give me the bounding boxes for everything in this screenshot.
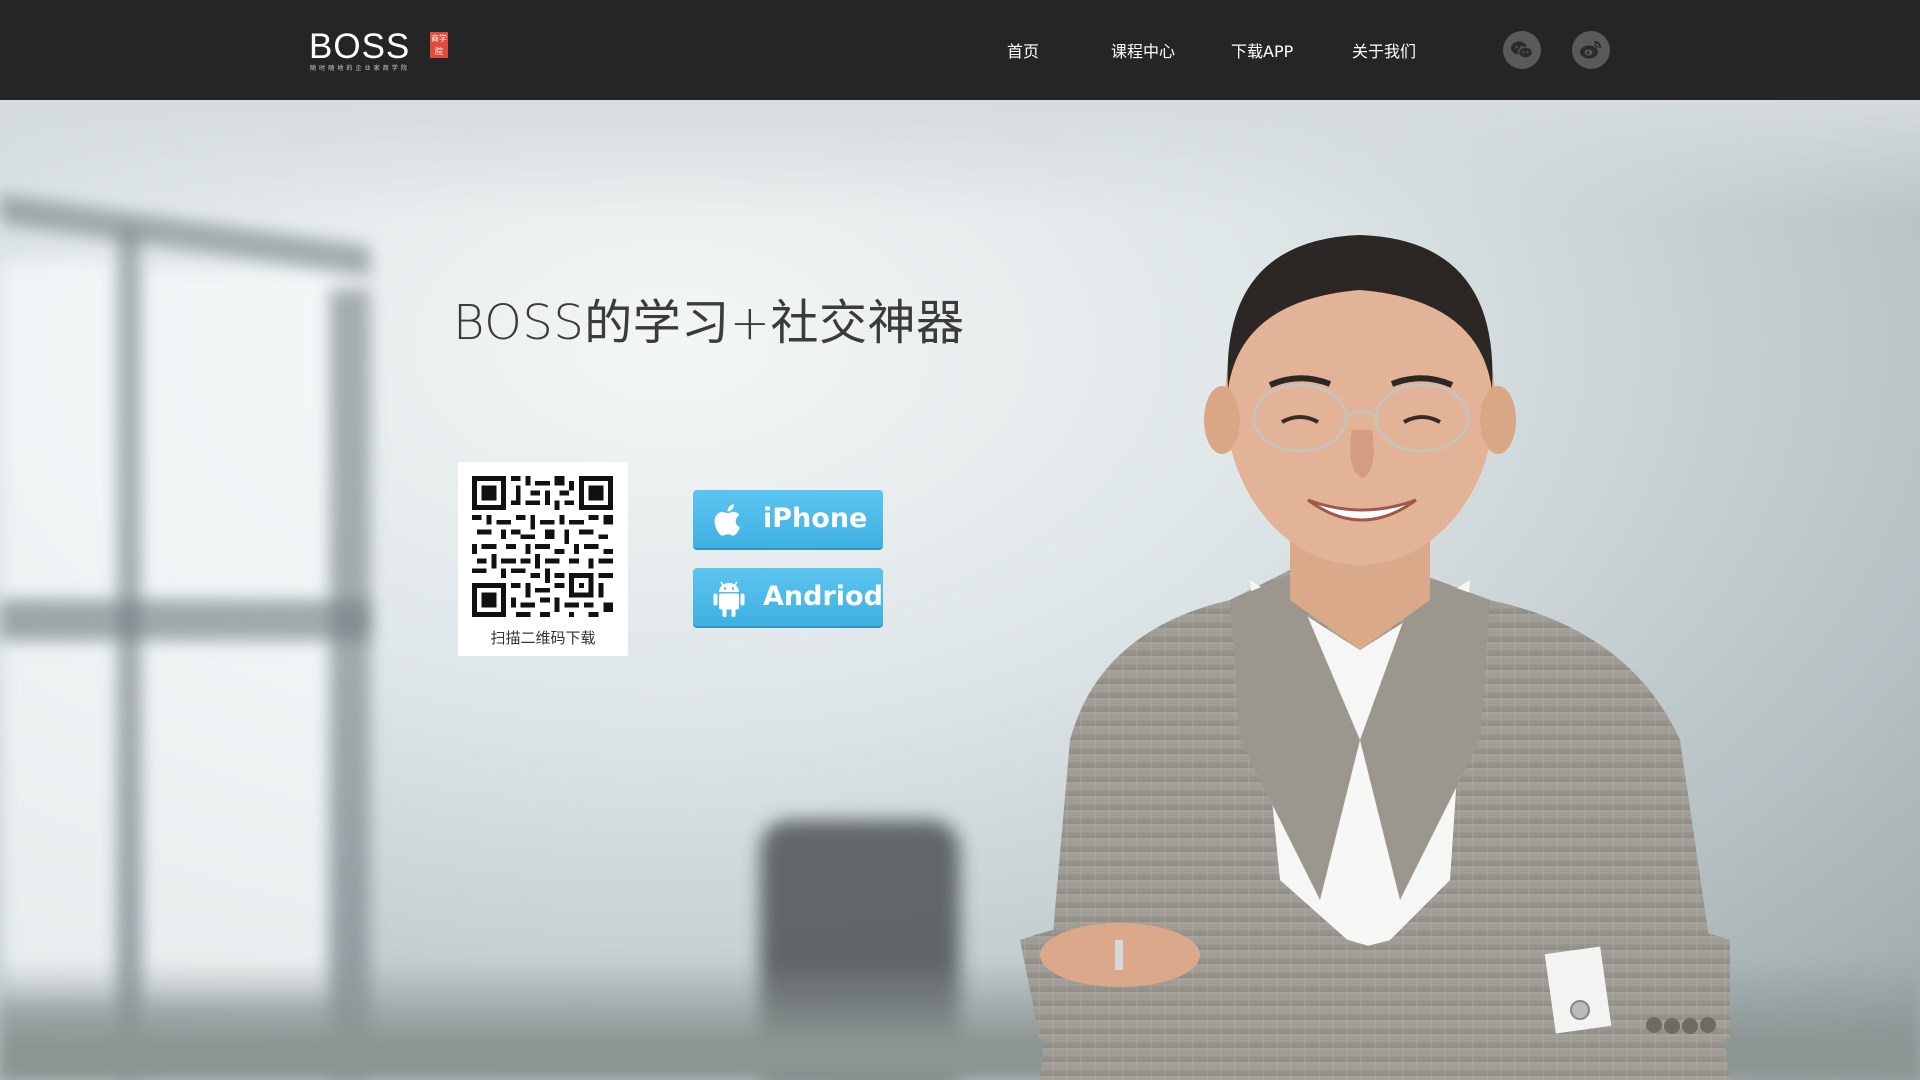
- presenter-photo: [1020, 235, 1730, 1080]
- qr-code-caption: 扫描二维码下载: [490, 629, 596, 647]
- download-android-label: Andriod: [763, 581, 883, 612]
- background-window-pane: [0, 260, 120, 600]
- site-logo[interactable]: BOSS 商学院 随时随地的企业家商学院: [309, 29, 449, 73]
- background-window-pane: [140, 270, 330, 600]
- background-window-pane: [0, 640, 120, 1000]
- background-window-pane: [140, 640, 330, 1000]
- top-header: BOSS 商学院 随时随地的企业家商学院 首页 课程中心 下载APP 关于我们: [0, 0, 1920, 100]
- logo-tagline: 随时随地的企业家商学院: [310, 65, 411, 72]
- qr-code-card: 扫描二维码下载: [458, 462, 628, 656]
- hero-headline: BOSS的学习+社交神器: [453, 295, 965, 351]
- wechat-link[interactable]: [1503, 31, 1541, 69]
- wechat-icon: [1511, 41, 1534, 59]
- nav-item-home[interactable]: 首页: [1007, 38, 1039, 62]
- download-android-button[interactable]: Andriod: [693, 568, 883, 628]
- android-icon: [713, 581, 745, 617]
- hero-banner: BOSS的学习+社交神器 扫描二维码下载 iPhone Andriod: [0, 100, 1920, 1080]
- qr-code-image: [472, 476, 613, 617]
- apple-icon: [714, 504, 740, 536]
- weibo-icon: [1580, 41, 1601, 59]
- download-iphone-button[interactable]: iPhone: [693, 490, 883, 550]
- weibo-link[interactable]: [1572, 31, 1610, 69]
- nav-item-about-us[interactable]: 关于我们: [1352, 38, 1416, 62]
- nav-item-courses[interactable]: 课程中心: [1111, 38, 1175, 62]
- background-window-frame: [0, 600, 370, 640]
- background-window-frame: [118, 230, 140, 1080]
- nav-item-download-app[interactable]: 下载APP: [1231, 38, 1293, 62]
- download-iphone-label: iPhone: [763, 503, 868, 534]
- logo-wordmark: BOSS: [309, 27, 411, 66]
- logo-badge: 商学院: [430, 32, 448, 58]
